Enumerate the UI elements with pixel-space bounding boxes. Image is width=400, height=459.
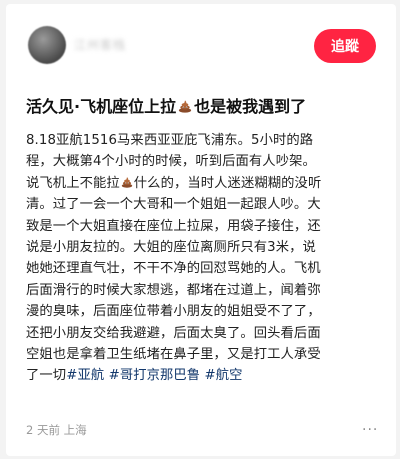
body-line: 后面滑行的时候大家想逃，都堵在过道上，闻着弥 — [26, 282, 321, 298]
username[interactable]: 江州客栈 — [74, 36, 126, 53]
poop-emoji-icon — [178, 100, 192, 113]
post-title-part-1: 活久见·飞机座位上拉 — [26, 97, 177, 116]
body-line: 说是小朋友拉的。大姐的座位离厕所只有3米，说 — [26, 240, 316, 256]
post-title-part-2: 也是被我遇到了 — [194, 97, 307, 116]
body-line: 说飞机上不能拉 什么的，当时人迷迷糊糊的没听 — [26, 175, 322, 191]
body-line: 程，大概第4个小时的时候，听到后面有人吵架。 — [26, 154, 316, 170]
body-line: 她她还理直气壮，不干不净的回怼骂她的人。飞机 — [26, 261, 321, 277]
post-card: 江州客栈 追蹤 活久见·飞机座位上拉 也是被我遇到了 8.18亚航1516马来西… — [6, 4, 396, 456]
more-dots-icon[interactable]: ··· — [362, 422, 378, 438]
poop-emoji-icon — [121, 176, 133, 188]
body-line: 空姐也是拿着卫生纸堵在鼻子里，又是打工人承受 — [26, 347, 321, 363]
body-line: 致是一个大姐直接在座位上拉屎，用袋子接住，还 — [26, 218, 321, 234]
hashtag-link[interactable]: #哥打京那巴鲁 — [109, 368, 201, 383]
post-title: 活久见·飞机座位上拉 也是被我遇到了 — [26, 96, 386, 118]
post-body: 8.18亚航1516马来西亚亚庇飞浦东。5小时的路 程，大概第4个小时的时候，听… — [26, 130, 386, 387]
body-line: 了一切#亚航 #哥打京那巴鲁 #航空 — [26, 368, 243, 384]
hashtag-link[interactable]: #亚航 — [66, 368, 104, 383]
follow-button[interactable]: 追蹤 — [314, 29, 376, 63]
body-line: 还把小朋友交给我避避，后面太臭了。回头看后面 — [26, 325, 321, 341]
post-header: 江州客栈 追蹤 — [6, 4, 396, 84]
body-line: 清。过了一会一个大哥和一个姐姐一起跟人吵。大 — [26, 197, 321, 213]
post-location: 上海 — [63, 423, 87, 437]
post-meta: 2 天前 上海 — [26, 422, 87, 438]
body-line: 漫的臭味，后面座位带着小朋友的姐姐受不了了， — [26, 304, 321, 320]
avatar[interactable] — [28, 26, 66, 64]
post-time: 2 天前 — [26, 423, 60, 437]
hashtag-link[interactable]: #航空 — [205, 368, 243, 383]
body-line: 8.18亚航1516马来西亚亚庇飞浦东。5小时的路 — [26, 133, 314, 148]
